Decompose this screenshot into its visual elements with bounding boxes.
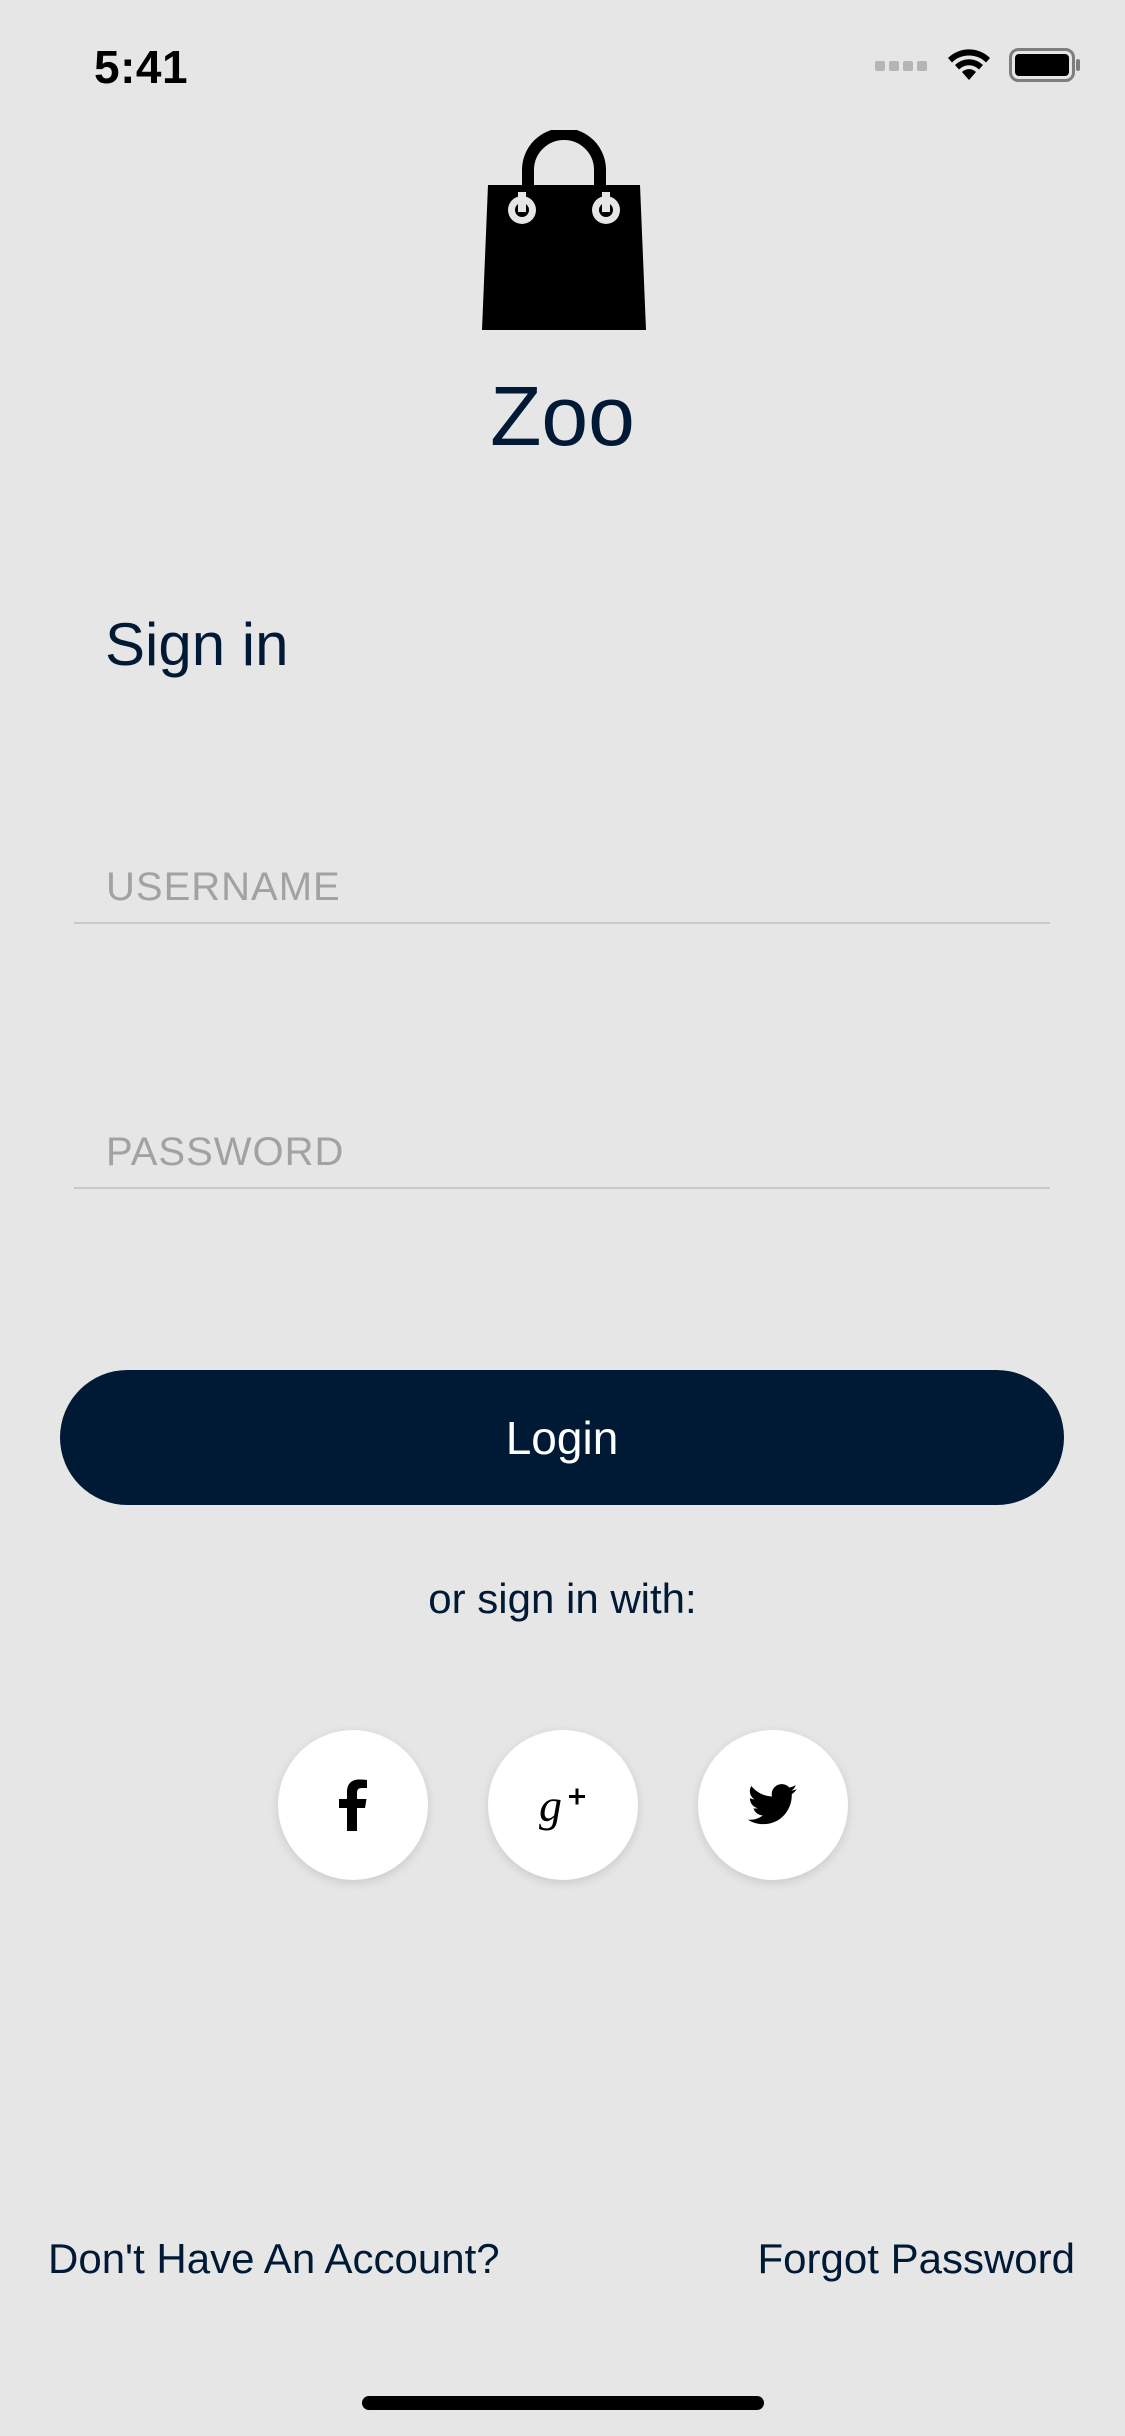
svg-text:g: g [539,1780,562,1831]
status-time: 5:41 [94,41,189,93]
forgot-password-link[interactable]: Forgot Password [758,2235,1075,2283]
login-button-label: Login [505,1411,619,1464]
signin-title: Sign in [105,611,289,678]
shopping-bag-icon [482,130,646,330]
username-field [74,852,1050,924]
password-field [74,1117,1050,1189]
home-indicator [362,2396,764,2410]
google-plus-icon: g [539,1780,585,1831]
twitter-icon [748,1784,798,1825]
password-input[interactable] [106,1117,1006,1187]
username-input[interactable] [106,852,1006,922]
signup-link[interactable]: Don't Have An Account? [48,2235,500,2283]
alt-signin-text: or sign in with: [428,1575,697,1622]
cellular-signal-icon [875,61,927,71]
battery-icon [1009,48,1080,82]
facebook-icon [339,1779,367,1831]
google-plus-button[interactable]: g [488,1730,638,1880]
app-name: Zoo [490,369,635,463]
facebook-button[interactable] [278,1730,428,1880]
wifi-icon [948,49,990,80]
login-button[interactable]: Login [60,1370,1064,1505]
status-icons [875,48,1081,82]
twitter-button[interactable] [698,1730,848,1880]
